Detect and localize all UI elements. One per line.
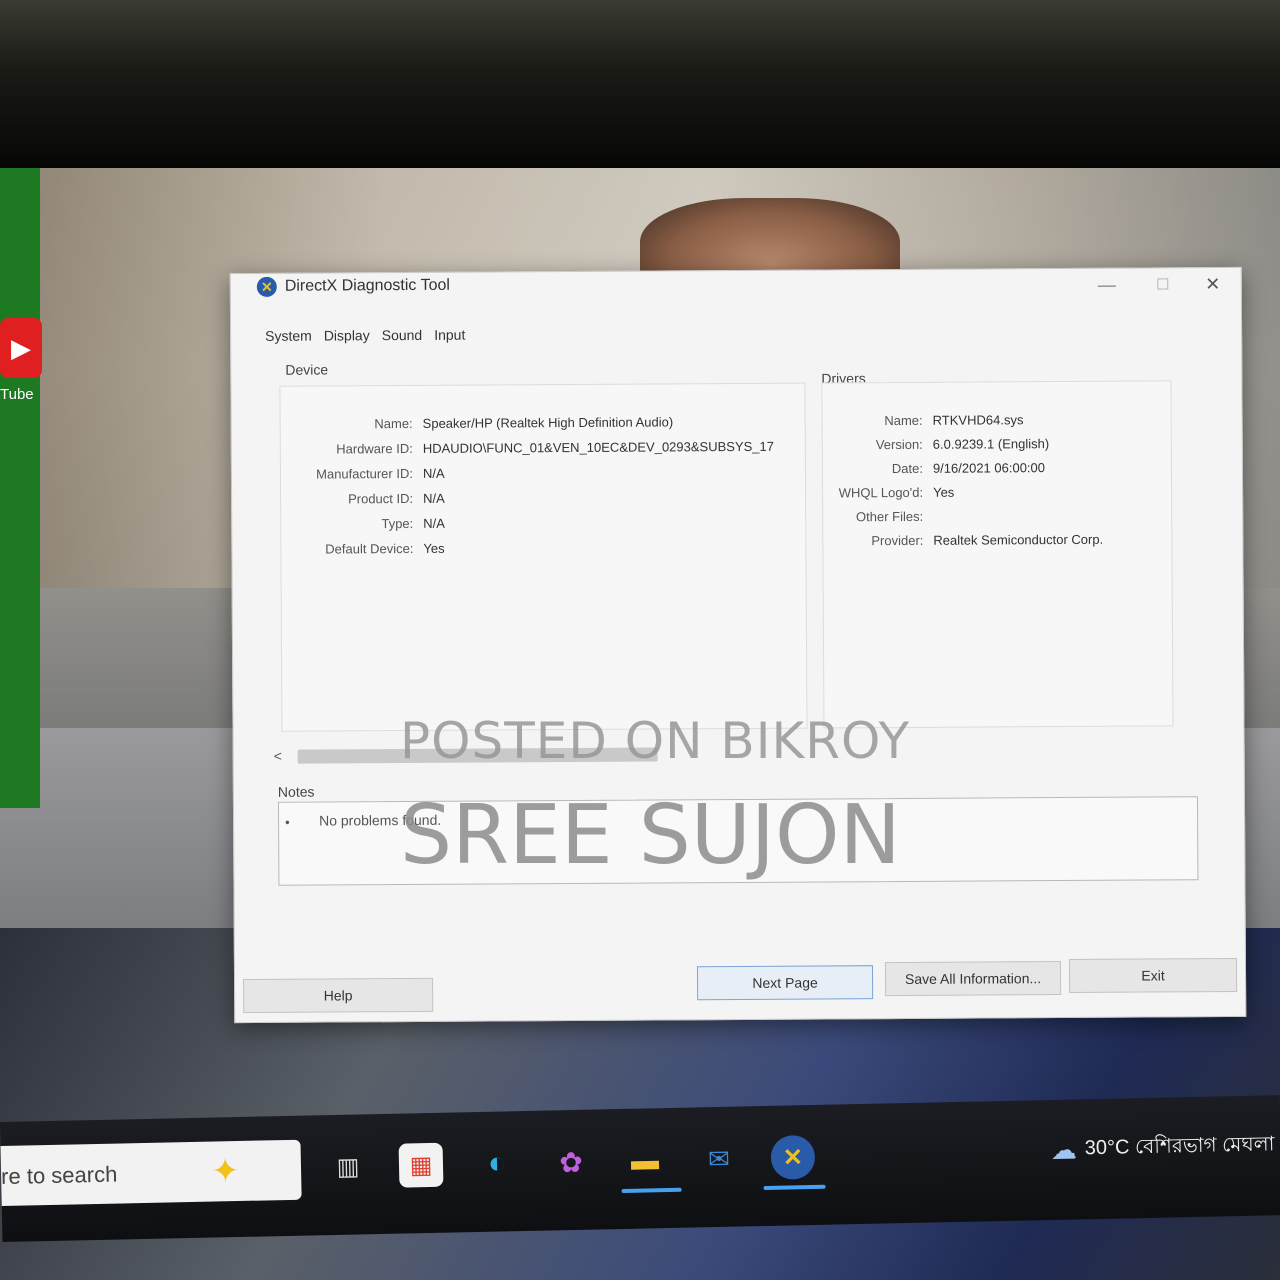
device-name-row: Name: Speaker/HP (Realtek High Definitio… <box>281 414 803 432</box>
tab-sound[interactable]: Sound <box>382 325 423 345</box>
field-label: Type: <box>381 515 414 532</box>
driver-name-row: Name: RTKVHD64.sys <box>823 411 1163 428</box>
driver-name-value: RTKVHD64.sys <box>932 412 1024 428</box>
window-title: DirectX Diagnostic Tool <box>284 276 450 295</box>
default-device-value: Yes <box>423 540 445 556</box>
type-value: N/A <box>423 515 445 531</box>
default-device-row: Default Device: Yes <box>281 539 803 557</box>
file-explorer-icon[interactable]: ▬ <box>622 1138 667 1183</box>
copilot-icon[interactable]: ✿ <box>549 1140 594 1185</box>
cloud-icon: ☁ <box>1050 1134 1078 1165</box>
product-id-row: Product ID: N/A <box>281 489 803 507</box>
desktop-left-strip <box>0 168 40 808</box>
field-label: Other Files: <box>855 508 924 525</box>
notes-label: Notes <box>277 783 315 800</box>
tab-input[interactable]: Input <box>434 325 465 345</box>
dxdiag-window: ✕ DirectX Diagnostic Tool — ☐ ✕ System D… <box>229 266 1247 1024</box>
field-label: Version: <box>875 436 923 453</box>
driver-date-value: 9/16/2021 06:00:00 <box>932 460 1046 476</box>
next-page-button[interactable]: Next Page <box>696 965 874 1001</box>
running-indicator <box>621 1187 682 1193</box>
manufacturer-id-row: Manufacturer ID: N/A <box>281 464 803 482</box>
maximize-button[interactable]: ☐ <box>1143 270 1183 298</box>
weather-text: 30°C বেশিরভাগ মেঘলা <box>1084 1133 1275 1160</box>
watermark-line-2: SREE SUJON <box>400 788 901 883</box>
driver-version-value: 6.0.9239.1 (English) <box>932 436 1050 452</box>
tab-display[interactable]: Display <box>324 325 370 345</box>
whql-row: WHQL Logo'd: Yes <box>823 483 1163 501</box>
monitor-bezel-top <box>0 0 1280 175</box>
other-files-value <box>933 507 1163 523</box>
type-row: Type: N/A <box>281 514 803 532</box>
product-id-value: N/A <box>423 490 445 506</box>
weather-widget[interactable]: ☁ 30°C বেশিরভাগ মেঘলা <box>1050 1129 1275 1167</box>
microsoft-store-icon[interactable]: ▦ <box>398 1142 444 1188</box>
save-all-information-button[interactable]: Save All Information... <box>884 961 1062 997</box>
watermark-line-1: POSTED ON BIKROY <box>400 712 911 770</box>
field-label: Date: <box>891 460 923 477</box>
provider-value: Realtek Semiconductor Corp. <box>933 531 1104 548</box>
edge-browser-icon[interactable]: ◐ <box>475 1141 520 1186</box>
outlook-icon[interactable]: ✉ <box>696 1136 741 1181</box>
whql-value: Yes <box>933 484 955 500</box>
directx-taskbar-icon[interactable]: ✕ <box>770 1134 816 1180</box>
device-name-value: Speaker/HP (Realtek High Definition Audi… <box>422 414 674 431</box>
other-files-row: Other Files: <box>823 507 1163 524</box>
tab-bar: System Display Sound Input <box>265 325 465 346</box>
close-button[interactable]: ✕ <box>1193 270 1233 298</box>
device-section-label: Device <box>285 361 329 378</box>
field-label: WHQL Logo'd: <box>838 484 924 501</box>
device-panel: Name: Speaker/HP (Realtek High Definitio… <box>279 382 808 732</box>
field-label: Product ID: <box>348 490 414 507</box>
field-label: Hardware ID: <box>336 440 413 457</box>
taskbar-search-box[interactable]: re to search ✦ <box>0 1139 302 1206</box>
hardware-id-row: Hardware ID: HDAUDIO\FUNC_01&VEN_10EC&DE… <box>281 439 803 457</box>
minimize-button[interactable]: — <box>1087 271 1127 299</box>
field-label: Manufacturer ID: <box>316 465 413 482</box>
field-label: Name: <box>374 415 413 432</box>
field-label: Provider: <box>871 532 924 549</box>
field-label: Default Device: <box>325 540 414 557</box>
help-button[interactable]: Help <box>243 977 434 1014</box>
manufacturer-id-value: N/A <box>422 465 445 481</box>
active-indicator <box>763 1184 826 1191</box>
field-label: Name: <box>884 412 923 429</box>
tab-system[interactable]: System <box>265 326 312 346</box>
driver-date-row: Date: 9/16/2021 06:00:00 <box>823 459 1163 476</box>
hardware-id-value: HDAUDIO\FUNC_01&VEN_10EC&DEV_0293&SUBSYS… <box>422 438 775 456</box>
scroll-left-arrow-icon[interactable]: < <box>274 748 282 764</box>
task-view-icon[interactable]: ▥ <box>326 1144 371 1189</box>
directx-app-icon: ✕ <box>256 276 277 297</box>
sparkle-icon: ✦ <box>210 1151 240 1191</box>
search-placeholder: re to search <box>0 1161 118 1189</box>
youtube-shortcut-icon[interactable]: ▶ <box>0 318 42 378</box>
title-bar[interactable]: ✕ DirectX Diagnostic Tool — ☐ ✕ <box>231 268 1241 310</box>
notes-bullet: • <box>285 814 290 830</box>
drivers-panel: Name: RTKVHD64.sys Version: 6.0.9239.1 (… <box>821 380 1174 729</box>
youtube-shortcut-label[interactable]: Tube <box>0 386 34 403</box>
provider-row: Provider: Realtek Semiconductor Corp. <box>823 531 1163 548</box>
exit-button[interactable]: Exit <box>1068 957 1238 993</box>
driver-version-row: Version: 6.0.9239.1 (English) <box>823 435 1163 452</box>
